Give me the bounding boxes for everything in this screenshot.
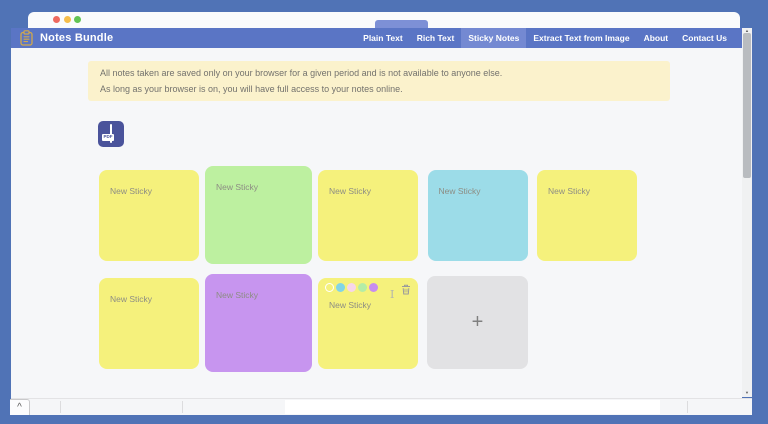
add-note-button[interactable]: + <box>427 276 528 369</box>
note-label: New Sticky <box>110 294 199 304</box>
trash-icon[interactable] <box>401 284 411 295</box>
note-label: New Sticky <box>548 186 637 196</box>
notice-banner: All notes taken are saved only on your b… <box>88 61 670 101</box>
nav-item-plain-text[interactable]: Plain Text <box>356 28 410 48</box>
note-toolbar <box>318 278 418 295</box>
clipboard-icon <box>19 30 34 46</box>
palette-color-dot[interactable] <box>336 283 345 292</box>
note-label: New Sticky <box>110 186 199 196</box>
notice-line-2: As long as your browser is on, you will … <box>100 81 658 97</box>
sticky-note[interactable]: New Sticky <box>99 278 199 369</box>
nav-item-sticky-notes[interactable]: Sticky Notes <box>461 28 526 48</box>
note-color-palette <box>325 283 378 292</box>
sticky-note[interactable]: New Sticky <box>537 170 637 261</box>
sticky-note[interactable]: New Sticky <box>205 166 312 264</box>
statusbar: ^ <box>11 398 752 415</box>
nav-item-extract-text-from-image[interactable]: Extract Text from Image <box>526 28 636 48</box>
sticky-note[interactable]: New Sticky <box>205 274 312 372</box>
statusbar-field <box>285 400 660 414</box>
note-label: New Sticky <box>216 290 312 300</box>
nav-item-about[interactable]: About <box>637 28 676 48</box>
statusbar-divider <box>687 401 688 413</box>
navbar: Notes Bundle Plain TextRich TextSticky N… <box>11 28 742 48</box>
close-button[interactable] <box>53 16 60 23</box>
note-label: New Sticky <box>329 186 418 196</box>
notice-line-1: All notes taken are saved only on your b… <box>100 65 658 81</box>
scrollbar-thumb[interactable] <box>743 33 751 178</box>
text-cursor-icon: I <box>390 288 394 301</box>
save-as-pdf-button[interactable]: PDF <box>98 121 124 147</box>
sticky-note[interactable]: New Sticky I <box>318 278 418 369</box>
nav-item-contact-us[interactable]: Contact Us <box>675 28 734 48</box>
statusbar-divider <box>60 401 61 413</box>
sticky-note[interactable]: New Sticky <box>99 170 199 261</box>
note-label: New Sticky <box>329 300 418 310</box>
note-label: New Sticky <box>439 186 528 196</box>
minimize-button[interactable] <box>64 16 71 23</box>
palette-color-dot[interactable] <box>347 283 356 292</box>
chevron-up-icon: ^ <box>17 401 22 415</box>
brand-link[interactable]: Notes Bundle <box>11 28 113 48</box>
palette-color-dot[interactable] <box>358 283 367 292</box>
sticky-note[interactable]: New Sticky <box>428 170 528 261</box>
app-window: Notes Bundle Plain TextRich TextSticky N… <box>0 0 768 424</box>
plus-icon: + <box>472 312 484 332</box>
brand-title: Notes Bundle <box>40 32 113 44</box>
palette-color-dot[interactable] <box>369 283 378 292</box>
palette-color-dot[interactable] <box>325 283 334 292</box>
nav-item-rich-text[interactable]: Rich Text <box>410 28 462 48</box>
pdf-tag-label: PDF <box>102 134 114 141</box>
scroll-down-icon[interactable]: ▼ <box>742 390 752 396</box>
zoom-button[interactable] <box>74 16 81 23</box>
statusbar-divider <box>182 401 183 413</box>
expand-panel-button[interactable]: ^ <box>10 399 30 415</box>
note-label: New Sticky <box>216 182 312 192</box>
sticky-note[interactable]: New Sticky <box>318 170 418 261</box>
window-controls <box>53 16 81 23</box>
nav-items: Plain TextRich TextSticky NotesExtract T… <box>356 28 742 48</box>
vertical-scrollbar[interactable]: ▲ ▼ <box>742 28 752 397</box>
